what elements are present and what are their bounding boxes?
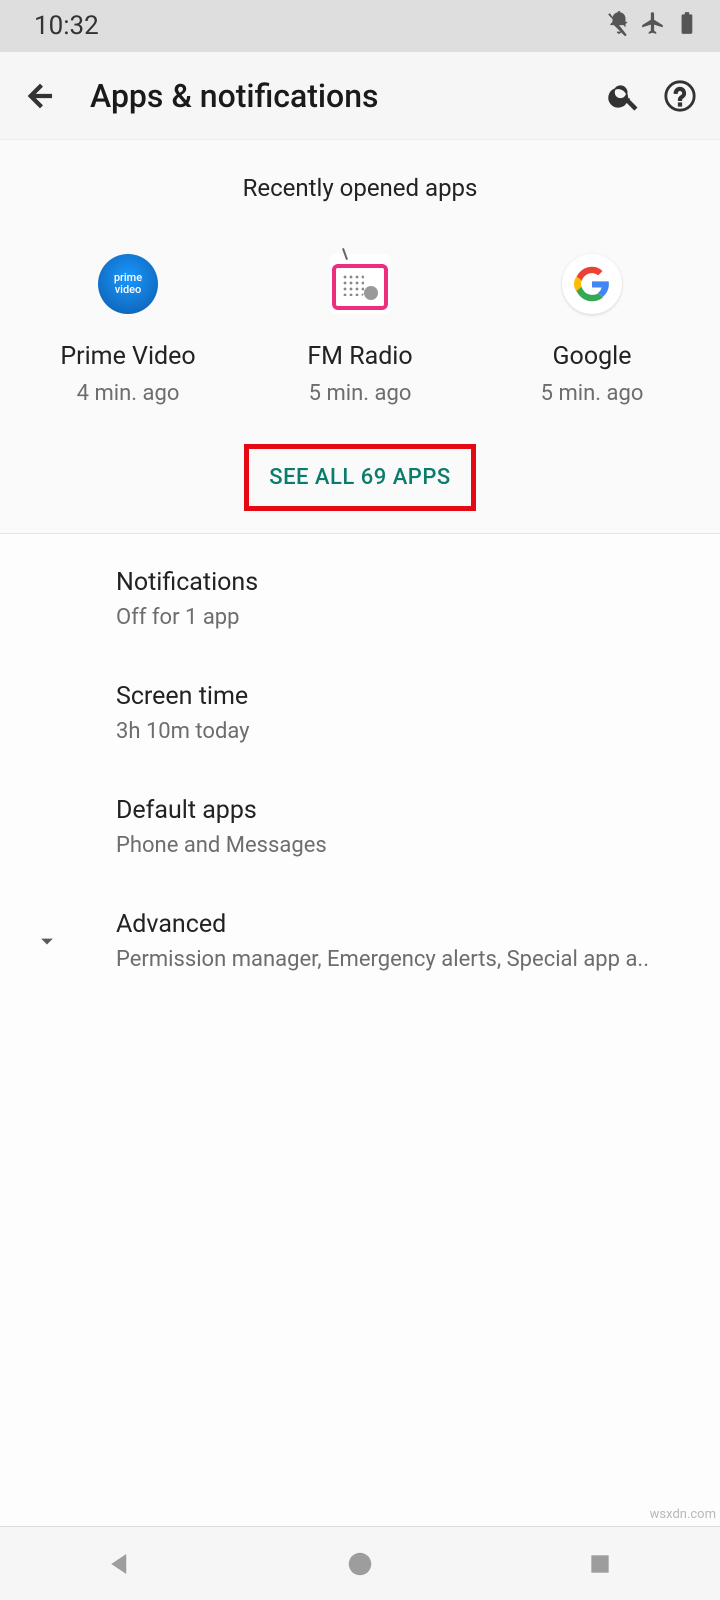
- nav-home-button[interactable]: [300, 1549, 420, 1579]
- recent-app-prime-video[interactable]: Prime Video 4 min. ago: [23, 254, 233, 406]
- square-recents-icon: [587, 1551, 613, 1577]
- recent-app-fm-radio[interactable]: FM Radio 5 min. ago: [255, 254, 465, 406]
- watermark: wsxdn.com: [650, 1507, 716, 1522]
- setting-subtitle: Permission manager, Emergency alerts, Sp…: [116, 947, 700, 972]
- status-bar: 10:32: [0, 0, 720, 52]
- google-icon: [562, 254, 622, 314]
- recent-apps-row: Prime Video 4 min. ago FM Radio 5 min. a…: [0, 202, 720, 436]
- setting-title: Advanced: [116, 910, 700, 939]
- status-icons: [606, 10, 700, 43]
- battery-icon: [674, 10, 700, 43]
- setting-title: Default apps: [116, 796, 700, 825]
- see-all-apps-button[interactable]: SEE ALL 69 APPS: [249, 449, 470, 506]
- back-arrow-icon: [23, 79, 57, 113]
- setting-subtitle: 3h 10m today: [116, 719, 700, 744]
- recent-app-google[interactable]: Google 5 min. ago: [487, 254, 697, 406]
- circle-home-icon: [345, 1549, 375, 1579]
- airplane-icon: [640, 10, 666, 43]
- recent-app-name: Prime Video: [23, 342, 233, 371]
- back-button[interactable]: [12, 79, 68, 113]
- app-bar: Apps & notifications: [0, 52, 720, 140]
- annotation-highlight: SEE ALL 69 APPS: [244, 444, 475, 511]
- dnd-off-icon: [606, 10, 632, 43]
- settings-list: Notifications Off for 1 app Screen time …: [0, 534, 720, 998]
- setting-title: Notifications: [116, 568, 700, 597]
- setting-notifications[interactable]: Notifications Off for 1 app: [0, 542, 720, 656]
- setting-subtitle: Phone and Messages: [116, 833, 700, 858]
- setting-subtitle: Off for 1 app: [116, 605, 700, 630]
- prime-video-icon: [98, 254, 158, 314]
- recent-apps-header: Recently opened apps: [0, 174, 720, 202]
- chevron-down-icon: [30, 924, 64, 958]
- system-nav-bar: [0, 1526, 720, 1600]
- fm-radio-icon: [330, 254, 390, 314]
- setting-default-apps[interactable]: Default apps Phone and Messages: [0, 770, 720, 884]
- recent-app-name: FM Radio: [255, 342, 465, 371]
- setting-screen-time[interactable]: Screen time 3h 10m today: [0, 656, 720, 770]
- setting-title: Screen time: [116, 682, 700, 711]
- recent-app-time: 5 min. ago: [255, 381, 465, 406]
- triangle-back-icon: [105, 1549, 135, 1579]
- see-all-wrap: SEE ALL 69 APPS: [0, 436, 720, 533]
- status-time: 10:32: [34, 11, 99, 41]
- recent-app-name: Google: [487, 342, 697, 371]
- nav-back-button[interactable]: [60, 1549, 180, 1579]
- page-title: Apps & notifications: [68, 77, 596, 115]
- recent-app-time: 5 min. ago: [487, 381, 697, 406]
- nav-recents-button[interactable]: [540, 1551, 660, 1577]
- help-button[interactable]: [652, 79, 708, 113]
- setting-advanced[interactable]: Advanced Permission manager, Emergency a…: [0, 884, 720, 998]
- recent-apps-section: Recently opened apps Prime Video 4 min. …: [0, 140, 720, 534]
- search-button[interactable]: [596, 79, 652, 113]
- search-icon: [607, 79, 641, 113]
- recent-app-time: 4 min. ago: [23, 381, 233, 406]
- help-icon: [663, 79, 697, 113]
